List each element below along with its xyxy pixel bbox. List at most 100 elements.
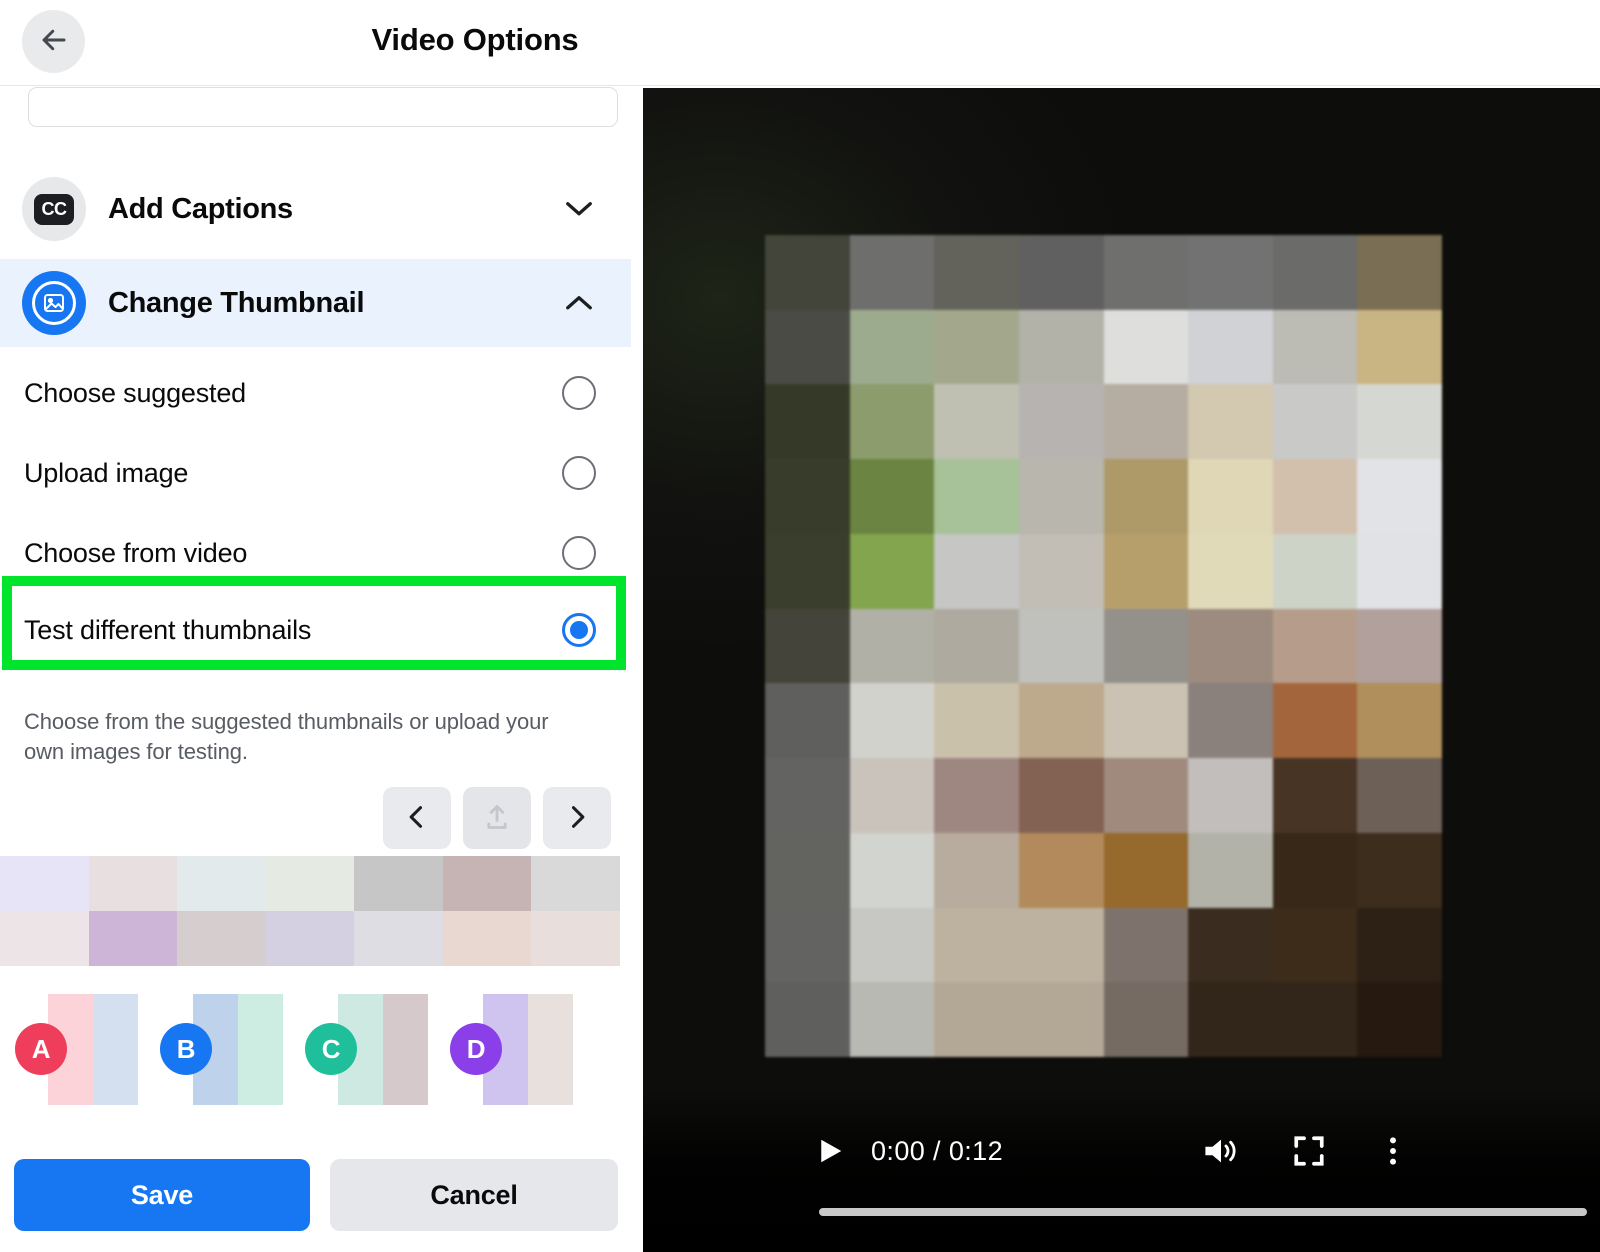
mosaic-cell: [1188, 235, 1273, 310]
mosaic-cell: [934, 309, 1019, 385]
more-options-button[interactable]: [1383, 1134, 1403, 1170]
mosaic-cell: [1357, 982, 1442, 1057]
option-test-different-thumbnails[interactable]: Test different thumbnails: [0, 590, 632, 670]
mosaic-cell: [1188, 384, 1273, 460]
mosaic-cell: [1272, 459, 1358, 534]
thumbnail-variant[interactable]: C: [290, 987, 435, 1105]
cancel-button[interactable]: Cancel: [330, 1159, 618, 1231]
option-choose-from-video[interactable]: Choose from video: [0, 513, 632, 593]
strip-cell[interactable]: [531, 856, 620, 911]
mosaic-cell: [849, 384, 935, 460]
volume-icon: [1201, 1134, 1241, 1171]
mosaic-cell: [1103, 235, 1189, 310]
mosaic-cell: [1018, 907, 1104, 983]
strip-cell[interactable]: [177, 911, 266, 966]
strip-cell[interactable]: [531, 911, 620, 966]
mosaic-cell: [934, 683, 1019, 759]
mosaic-cell: [934, 459, 1019, 534]
mosaic-cell: [849, 608, 935, 684]
mosaic-cell: [1103, 907, 1189, 983]
mosaic-cell: [765, 309, 850, 385]
mosaic-cell: [1018, 982, 1104, 1057]
mosaic-cell: [1018, 459, 1104, 534]
video-progress-bar[interactable]: [819, 1208, 1587, 1216]
option-label: Upload image: [24, 457, 189, 488]
strip-cell[interactable]: [265, 911, 355, 966]
mosaic-cell: [934, 608, 1019, 684]
fullscreen-button[interactable]: [1291, 1134, 1327, 1170]
variant-badge-c: C: [305, 1023, 357, 1075]
mosaic-cell: [1103, 459, 1189, 534]
mosaic-cell: [849, 758, 935, 833]
mosaic-cell: [1188, 683, 1273, 759]
mosaic-cell: [1103, 309, 1189, 385]
mosaic-cell: [934, 533, 1019, 609]
mosaic-cell: [1188, 459, 1273, 534]
strip-cell[interactable]: [0, 856, 89, 911]
strip-cell[interactable]: [0, 911, 89, 966]
accordion-label-thumbnail: Change Thumbnail: [108, 286, 365, 319]
variant-badge-a: A: [15, 1023, 67, 1075]
option-label: Choose suggested: [24, 377, 246, 408]
page-title-text: Video Options: [371, 22, 579, 57]
thumbnail-test-description: Choose from the suggested thumbnails or …: [24, 709, 549, 765]
cc-icon: CC: [22, 177, 86, 241]
chevron-down-icon[interactable]: [564, 200, 594, 218]
mosaic-cell: [1357, 608, 1442, 684]
mosaic-cell: [849, 982, 935, 1057]
mosaic-cell: [1272, 533, 1358, 609]
strip-cell[interactable]: [88, 856, 178, 911]
mosaic-cell: [1188, 533, 1273, 609]
thumbnail-variant[interactable]: B: [145, 987, 290, 1105]
strip-cell[interactable]: [442, 856, 532, 911]
option-upload-image[interactable]: Upload image: [0, 433, 632, 513]
strip-cell[interactable]: [354, 911, 443, 966]
mosaic-cell: [1188, 982, 1273, 1057]
mosaic-cell: [1018, 608, 1104, 684]
strip-cell[interactable]: [442, 911, 532, 966]
mosaic-cell: [1272, 982, 1358, 1057]
mosaic-cell: [1357, 459, 1442, 534]
save-button[interactable]: Save: [14, 1159, 310, 1231]
mosaic-cell: [934, 832, 1019, 908]
next-thumbnail-button[interactable]: [543, 787, 611, 849]
mosaic-cell: [849, 533, 935, 609]
upload-thumbnail-button[interactable]: [463, 787, 531, 849]
video-controls-bar: 0:00 / 0:12: [643, 1092, 1600, 1252]
radio-test-different-thumbnails[interactable]: [562, 613, 596, 647]
play-button[interactable]: [815, 1136, 845, 1168]
chevron-up-icon[interactable]: [564, 294, 594, 312]
strip-cell[interactable]: [354, 856, 443, 911]
mosaic-cell: [1103, 683, 1189, 759]
mosaic-cell: [1103, 982, 1189, 1057]
video-preview-panel[interactable]: 0:00 / 0:12: [643, 88, 1600, 1252]
mosaic-cell: [849, 459, 935, 534]
mosaic-cell: [1272, 384, 1358, 460]
strip-cell[interactable]: [177, 856, 266, 911]
mosaic-cell: [1018, 683, 1104, 759]
strip-cell[interactable]: [88, 911, 178, 966]
radio-choose-from-video[interactable]: [562, 536, 596, 570]
mosaic-cell: [1103, 533, 1189, 609]
thumbnail-variant[interactable]: A: [0, 987, 145, 1105]
option-choose-suggested[interactable]: Choose suggested: [0, 353, 632, 433]
text-input-field[interactable]: [28, 87, 618, 127]
mosaic-cell: [765, 683, 850, 759]
mosaic-cell: [1018, 758, 1104, 833]
thumbnail-variant[interactable]: D: [435, 987, 580, 1105]
mosaic-cell: [765, 608, 850, 684]
accordion-add-captions[interactable]: CC Add Captions: [0, 165, 632, 253]
variant-badge-d: D: [450, 1023, 502, 1075]
suggested-thumbnail-strip[interactable]: [0, 856, 620, 966]
more-vertical-icon: [1388, 1134, 1398, 1171]
previous-thumbnail-button[interactable]: [383, 787, 451, 849]
radio-upload-image[interactable]: [562, 456, 596, 490]
radio-choose-suggested[interactable]: [562, 376, 596, 410]
accordion-change-thumbnail[interactable]: Change Thumbnail: [0, 259, 632, 347]
strip-cell[interactable]: [265, 856, 355, 911]
mosaic-cell: [1357, 832, 1442, 908]
mosaic-cell: [849, 235, 935, 310]
mosaic-cell: [1018, 533, 1104, 609]
mosaic-cell: [1272, 832, 1358, 908]
volume-button[interactable]: [1201, 1134, 1241, 1170]
